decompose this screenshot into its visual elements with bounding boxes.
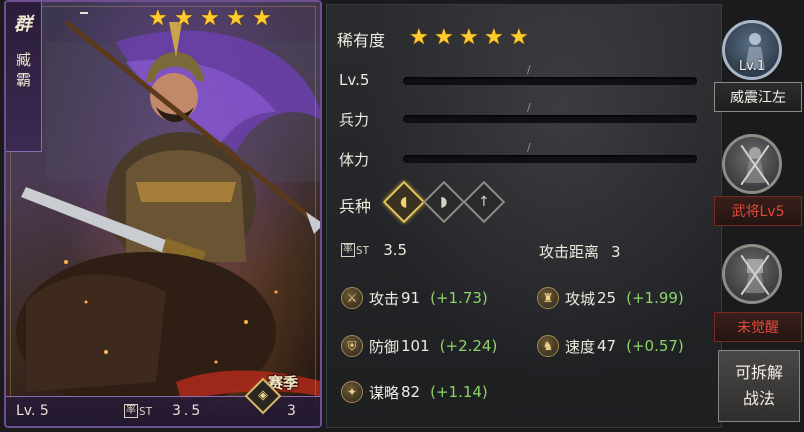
leadership-value: 3.5 — [383, 241, 408, 259]
star-icon: ★ — [434, 25, 454, 50]
star-icon: ★ — [409, 25, 429, 50]
stat-attack: ⚔ 攻击 91 (+1.73) — [341, 287, 488, 309]
stat-bonus: (+1.73) — [430, 289, 488, 307]
card-troop-count: 3 — [287, 403, 296, 419]
stat-value: 47 — [597, 337, 617, 355]
skill-2-portrait[interactable] — [722, 134, 782, 194]
stat-speed: ♞ 速度 47 (+0.57) — [537, 335, 684, 357]
hero-name: 臧霸 — [16, 51, 32, 89]
experience-bar: / — [403, 63, 697, 85]
stat-value: 91 — [401, 289, 421, 307]
star-icon: ★ — [148, 6, 168, 31]
card-footer: Lv. 5 率 ST 3.5 ◈ 3 — [6, 377, 320, 426]
troop-type-selector: ◖ ◗ ↑ — [382, 180, 506, 224]
stat-value: 101 — [401, 337, 430, 355]
stat-siege: ♜ 攻城 25 (+1.99) — [537, 287, 684, 309]
strategy-icon: ✦ — [341, 381, 363, 403]
stat-value: 82 — [401, 383, 421, 401]
stat-label: 谋略 — [369, 383, 400, 402]
stat-bonus: (+1.14) — [430, 383, 488, 401]
star-icon: ★ — [252, 6, 272, 31]
hero-card[interactable]: 群 臧霸 ★ ★ ★ ★ ★ 赛季 Lv. 5 率 ST 3.5 ◈ 3 — [4, 0, 322, 428]
stat-bonus: (+1.99) — [626, 289, 684, 307]
stat-defense: ⛨ 防御 101 (+2.24) — [341, 335, 497, 357]
skill-1-level: Lv.1 — [738, 59, 766, 74]
star-icon: ★ — [226, 6, 246, 31]
card-side-banner: 群 臧霸 — [6, 2, 42, 152]
star-icon: ★ — [509, 25, 529, 50]
troop-type-label: 兵种 — [339, 197, 372, 216]
star-icon: ★ — [200, 6, 220, 31]
stat-label: 攻击 — [369, 289, 400, 308]
horse-icon: ♞ — [537, 335, 559, 357]
star-icon: ★ — [459, 25, 479, 50]
locked-awaken-icon — [741, 255, 769, 295]
skill-3-awaken-status[interactable]: 未觉醒 — [714, 312, 802, 342]
stat-label: 速度 — [565, 337, 596, 356]
troop-type-shield-icon[interactable]: ◗ — [422, 180, 466, 224]
troops-separator: / — [527, 101, 531, 114]
stat-strategy: ✦ 谋略 82 (+1.14) — [341, 381, 488, 403]
star-icon: ★ — [484, 25, 504, 50]
rarity-label: 稀有度 — [337, 31, 386, 50]
leadership-icon: 率 ST — [341, 243, 370, 257]
stamina-separator: / — [527, 141, 531, 154]
level-label: Lv.5 — [339, 71, 370, 89]
skill-2-requirement[interactable]: 武将Lv5 — [714, 196, 802, 226]
troops-bar: / — [403, 101, 697, 123]
stat-bonus: (+2.24) — [439, 337, 498, 355]
troop-type-archer-icon[interactable]: ◖ — [382, 180, 426, 224]
star-icon: ★ — [174, 6, 194, 31]
hero-info-panel: 稀有度 ★ ★ ★ ★ ★ Lv.5 / 兵力 / 体力 / 兵种 ◖ ◗ ↑ 率 ST … — [326, 4, 722, 428]
card-frame — [10, 6, 316, 422]
leadership-icon: 率 ST — [124, 404, 153, 418]
attack-range-label: 攻击距离 — [539, 243, 600, 261]
card-level: Lv. 5 — [16, 403, 49, 419]
faction-label: 群 — [14, 14, 32, 35]
disassemble-label-line1: 可拆解 — [734, 363, 783, 382]
stat-value: 25 — [597, 289, 617, 307]
attack-range-value: 3 — [611, 243, 621, 261]
skill-3-portrait[interactable] — [722, 244, 782, 304]
rarity-stars: ★ ★ ★ ★ ★ — [409, 27, 534, 49]
skill-1-portrait[interactable]: Lv.1 — [722, 20, 782, 80]
shield-icon: ⛨ — [341, 335, 363, 357]
stat-label: 攻城 — [565, 289, 596, 308]
skill-1-name-plate[interactable]: 威震江左 — [714, 82, 802, 112]
skills-column: Lv.1 威震江左 武将Lv5 未觉醒 可拆解 战法 — [714, 0, 804, 432]
card-leadership-value: 3.5 — [172, 403, 204, 419]
troop-type-spear-icon[interactable]: ↑ — [462, 180, 506, 224]
disassemble-skill-button[interactable]: 可拆解 战法 — [718, 350, 800, 422]
attack-range-row: 攻击距离 3 — [539, 241, 621, 262]
disassemble-label-line2: 战法 — [742, 389, 775, 408]
leadership-row: 率 ST 3.5 — [341, 241, 407, 259]
card-stars: ★ ★ ★ ★ ★ — [148, 8, 278, 30]
sword-icon: ⚔ — [341, 287, 363, 309]
locked-warrior-icon — [741, 145, 769, 185]
exp-separator: / — [527, 63, 531, 76]
castle-icon: ♜ — [537, 287, 559, 309]
stat-label: 防御 — [369, 337, 400, 356]
stat-bonus: (+0.57) — [626, 337, 684, 355]
stamina-bar: / — [403, 141, 697, 163]
card-dash — [80, 12, 88, 14]
stamina-label: 体力 — [339, 151, 370, 169]
troops-label: 兵力 — [339, 111, 370, 129]
